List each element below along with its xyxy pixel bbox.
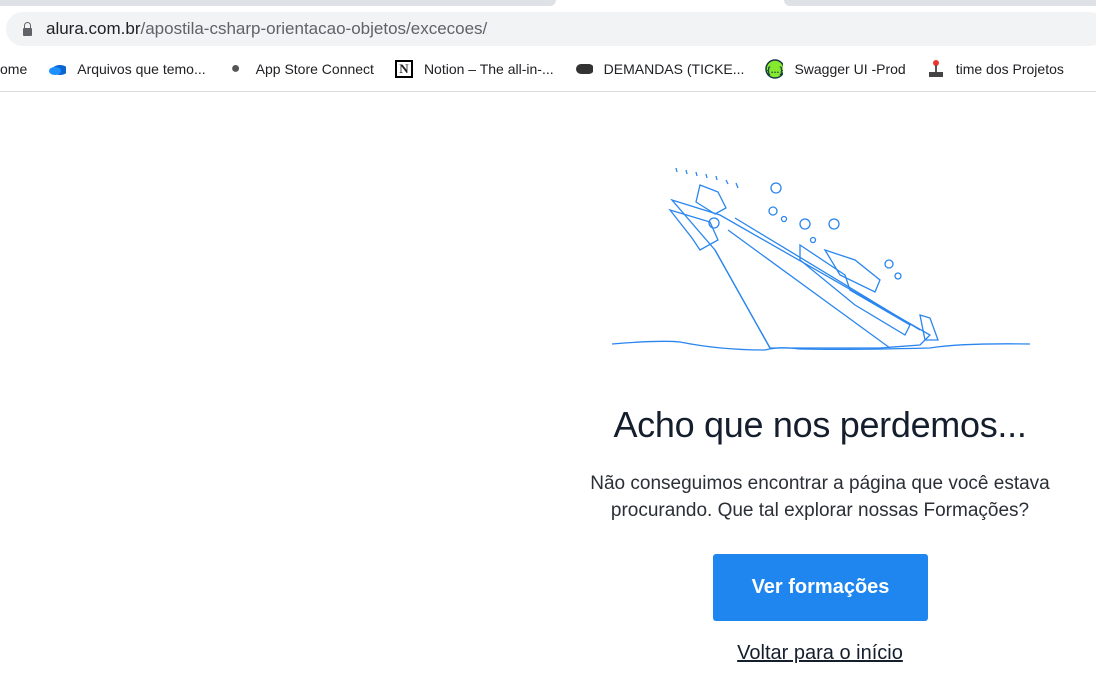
bookmark-home[interactable]: ome <box>0 61 27 77</box>
bookmark-label: time dos Projetos <box>955 61 1064 77</box>
url-path: /apostila-csharp-orientacao-objetos/exce… <box>140 19 488 38</box>
page-description: Não conseguimos encontrar a página que v… <box>590 473 1050 521</box>
bookmark-demandas[interactable]: DEMANDAS (TICKE... <box>575 60 745 78</box>
tab[interactable] <box>784 0 1096 6</box>
joystick-icon <box>927 60 945 78</box>
url-text[interactable]: alura.com.br/apostila-csharp-orientacao-… <box>46 19 487 39</box>
bookmark-swagger[interactable]: {…} Swagger UI -Prod <box>765 59 906 79</box>
bookmark-app-store-connect[interactable]: ● App Store Connect <box>227 60 374 78</box>
toolbar-divider <box>0 91 1096 92</box>
bookmark-notion[interactable]: N Notion – The all-in-... <box>394 60 554 78</box>
bookmark-label: Swagger UI -Prod <box>794 61 906 77</box>
bookmarks-bar: ome Arquivos que temo... ● App Store Conn… <box>0 56 1085 82</box>
tab[interactable] <box>0 0 556 6</box>
sinking-ship-illustration <box>611 167 1031 351</box>
back-to-home-link[interactable]: Voltar para o início <box>560 642 1080 665</box>
bookmark-time-projetos[interactable]: time dos Projetos <box>927 60 1064 78</box>
onedrive-cloud-icon <box>48 60 67 78</box>
bookmark-label: ome <box>0 61 28 77</box>
ver-formacoes-button[interactable]: Ver formações <box>713 554 928 621</box>
notion-icon: N <box>394 60 413 78</box>
apple-icon: ● <box>230 60 241 77</box>
bookmark-label: DEMANDAS (TICKE... <box>603 61 745 77</box>
svg-text:{…}: {…} <box>767 65 783 75</box>
url-host: alura.com.br <box>46 19 141 38</box>
gamepad-icon <box>575 60 593 78</box>
bookmark-label: Notion – The all-in-... <box>423 61 554 77</box>
bookmark-label: Arquivos que temo... <box>77 61 206 77</box>
bookmark-label: App Store Connect <box>255 61 374 77</box>
address-bar[interactable]: alura.com.br/apostila-csharp-orientacao-… <box>6 12 1096 46</box>
bookmark-arquivos[interactable]: Arquivos que temo... <box>48 60 206 78</box>
page-title: Acho que nos perdemos... <box>613 404 1027 445</box>
tab-strip <box>0 0 1096 8</box>
swagger-icon: {…} <box>765 59 784 79</box>
lock-icon[interactable] <box>23 22 32 36</box>
